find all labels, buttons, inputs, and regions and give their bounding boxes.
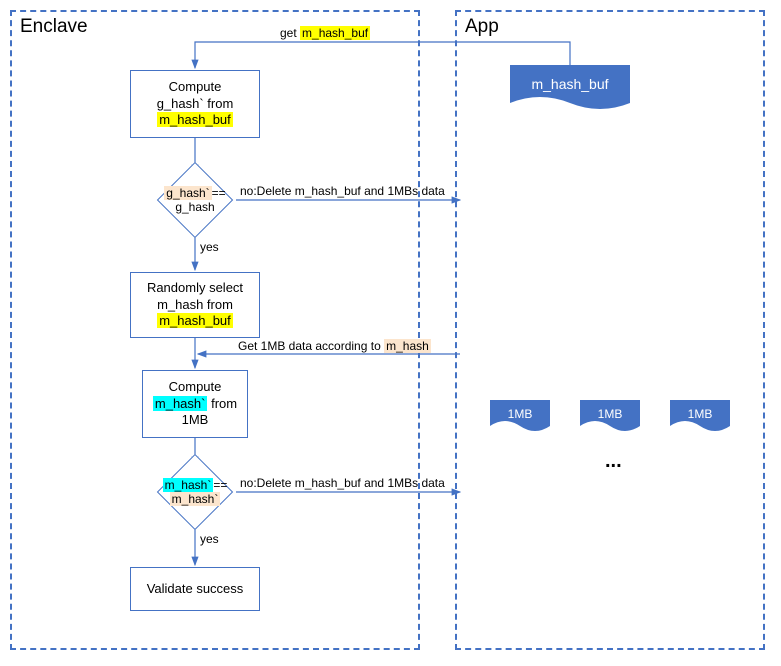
- block-3-text: 1MB: [688, 407, 713, 421]
- d2-mid-left: ==: [213, 478, 227, 492]
- enclave-title: Enclave: [20, 16, 88, 38]
- block-3: 1MB: [670, 400, 730, 436]
- compute-m-hash-box: Compute m_hash` from 1MB: [142, 370, 248, 438]
- select-l2: m_hash from: [157, 297, 233, 314]
- get-target: m_hash_buf: [300, 26, 370, 40]
- compute-m-l3: 1MB: [182, 412, 209, 429]
- select-hl: m_hash_buf: [157, 313, 233, 328]
- get-prefix: get: [280, 26, 297, 40]
- hash-buf-doc: m_hash_buf: [510, 65, 630, 115]
- diagram-canvas: Enclave App get m_hash_buf: [10, 10, 771, 656]
- block-2-text: 1MB: [598, 407, 623, 421]
- compute-g-hl: m_hash_buf: [157, 112, 233, 127]
- get-1mb-label: Get 1MB data according to m_hash: [238, 339, 431, 353]
- d1-yes-label: yes: [200, 240, 219, 254]
- hash-buf-doc-text: m_hash_buf: [531, 76, 608, 92]
- get1mb-pre: Get 1MB data according to: [238, 339, 381, 353]
- app-title: App: [465, 16, 499, 38]
- d2-left: m_hash`: [163, 478, 214, 492]
- compute-g-l1: Compute: [169, 79, 222, 96]
- decision-g-hash: g_hash`== g_hash: [168, 173, 222, 227]
- d2-no-label: no:Delete m_hash_buf and 1MBs data: [240, 476, 445, 490]
- compute-m-hl: m_hash`: [153, 396, 208, 411]
- get-label: get m_hash_buf: [280, 26, 370, 40]
- decision-m-hash: m_hash`== m_hash`: [168, 465, 222, 519]
- block-2: 1MB: [580, 400, 640, 436]
- d2-mid-right: m_hash`: [170, 492, 221, 506]
- select-l1: Randomly select: [147, 280, 243, 297]
- block-1-text: 1MB: [508, 407, 533, 421]
- ellipsis: ...: [605, 450, 622, 473]
- block-1: 1MB: [490, 400, 550, 436]
- d1-left: g_hash`: [164, 186, 211, 200]
- validate-success-box: Validate success: [130, 567, 260, 611]
- compute-g-hash-box: Compute g_hash` from m_hash_buf: [130, 70, 260, 138]
- compute-g-l2: g_hash` from: [157, 96, 234, 113]
- get1mb-hl: m_hash: [384, 339, 431, 353]
- select-m-hash-box: Randomly select m_hash from m_hash_buf: [130, 272, 260, 338]
- compute-m-l1: Compute: [169, 379, 222, 396]
- success-text: Validate success: [147, 581, 244, 598]
- compute-m-l2: from: [211, 396, 237, 411]
- d2-yes-label: yes: [200, 532, 219, 546]
- d1-no-label: no:Delete m_hash_buf and 1MBs data: [240, 184, 445, 198]
